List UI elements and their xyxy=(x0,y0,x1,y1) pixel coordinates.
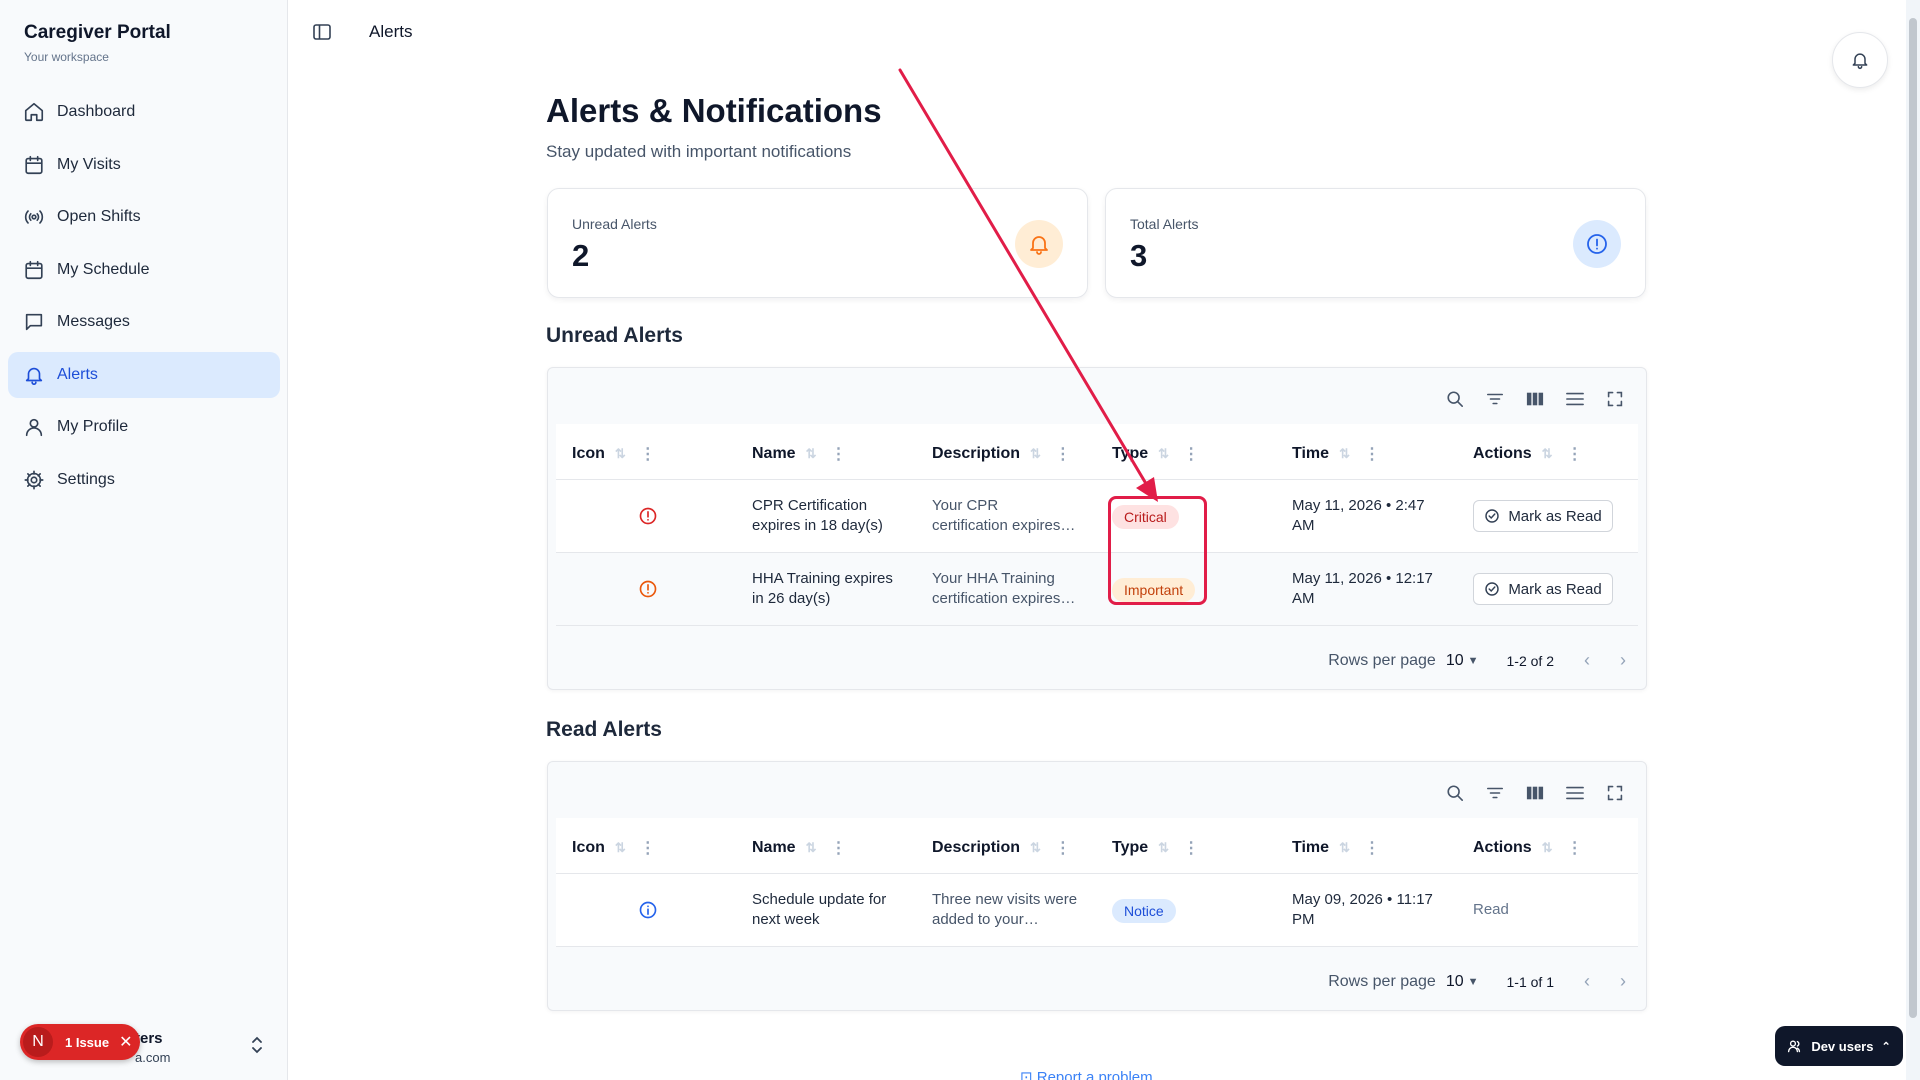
dev-users-button[interactable]: Dev users ⌃ xyxy=(1775,1026,1903,1066)
chevron-up-icon: ⌃ xyxy=(1881,1040,1891,1053)
report-problem-link[interactable]: ⊡ Report a problem xyxy=(1020,1068,1153,1080)
scrollbar[interactable] xyxy=(1906,0,1920,1080)
scrollbar-thumb[interactable] xyxy=(1909,18,1917,1018)
users-icon xyxy=(1788,1040,1801,1053)
annotation-arrow xyxy=(898,68,1158,502)
dev-users-label: Dev users xyxy=(1811,1038,1874,1054)
